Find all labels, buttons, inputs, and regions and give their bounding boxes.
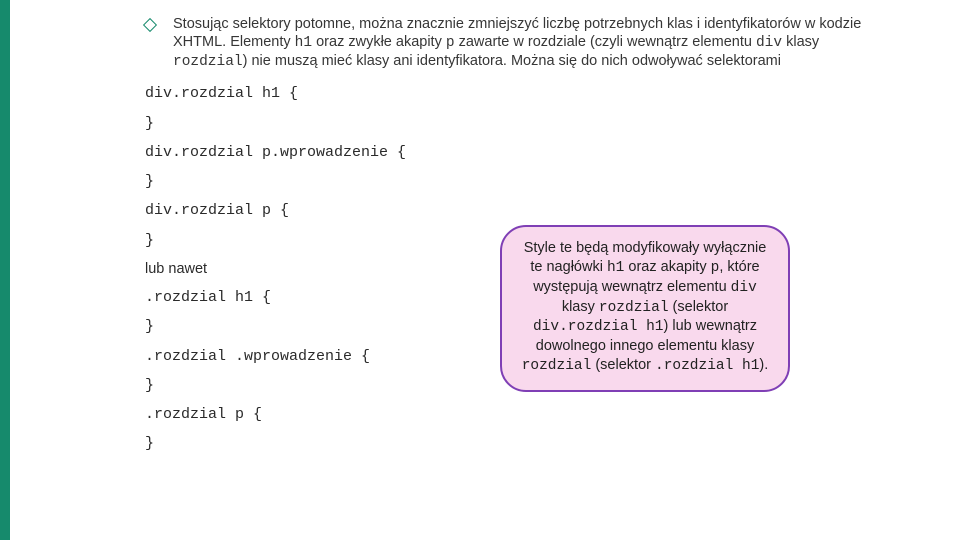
inline-code: h1	[607, 260, 624, 276]
code-line: div.rozdzial p {	[145, 196, 505, 225]
accent-bar	[0, 0, 10, 540]
text-fragment: oraz akapity	[624, 259, 710, 275]
code-block: div.rozdzial h1 {}div.rozdzial p.wprowad…	[145, 79, 505, 458]
inline-code: p	[711, 260, 720, 276]
bullet-item: Stosując selektory potomne, można znaczn…	[145, 15, 865, 71]
inline-code: div.rozdzial h1	[533, 319, 664, 335]
text-fragment: oraz zwykłe akapity	[312, 34, 446, 50]
code-line: }	[145, 167, 505, 196]
text-fragment: (selektor	[669, 299, 729, 315]
slide: Stosując selektory potomne, można znaczn…	[0, 0, 960, 540]
inline-code: div	[756, 35, 782, 51]
text-fragment: zawarte w rozdziale (czyli wewnątrz elem…	[455, 34, 756, 50]
code-line: }	[145, 109, 505, 138]
code-line: }	[145, 429, 505, 458]
inline-code: div	[731, 280, 757, 296]
inline-code: rozdzial	[173, 54, 243, 70]
inline-code: p	[446, 35, 455, 51]
code-line: }	[145, 371, 505, 400]
code-line: .rozdzial .wprowadzenie {	[145, 342, 505, 371]
code-line: .rozdzial p {	[145, 400, 505, 429]
code-line: .rozdzial h1 {	[145, 283, 505, 312]
code-line-plain: lub nawet	[145, 255, 505, 283]
diamond-icon	[143, 18, 157, 32]
text-fragment: ) nie muszą mieć klasy ani identyfikator…	[243, 53, 781, 69]
code-line: }	[145, 312, 505, 341]
code-line: }	[145, 226, 505, 255]
code-line: div.rozdzial h1 {	[145, 79, 505, 108]
text-fragment: (selektor	[591, 357, 655, 373]
inline-code: rozdzial	[522, 358, 592, 374]
code-line: div.rozdzial p.wprowadzenie {	[145, 138, 505, 167]
inline-code: .rozdzial h1	[655, 358, 759, 374]
text-fragment: ).	[759, 357, 768, 373]
text-fragment: klasy	[782, 34, 819, 50]
inline-code: rozdzial	[599, 300, 669, 316]
bullet-text: Stosując selektory potomne, można znaczn…	[173, 15, 865, 71]
callout-box: Style te będą modyfikowały wyłącznie te …	[500, 225, 790, 392]
text-fragment: klasy	[562, 299, 599, 315]
inline-code: h1	[295, 35, 312, 51]
